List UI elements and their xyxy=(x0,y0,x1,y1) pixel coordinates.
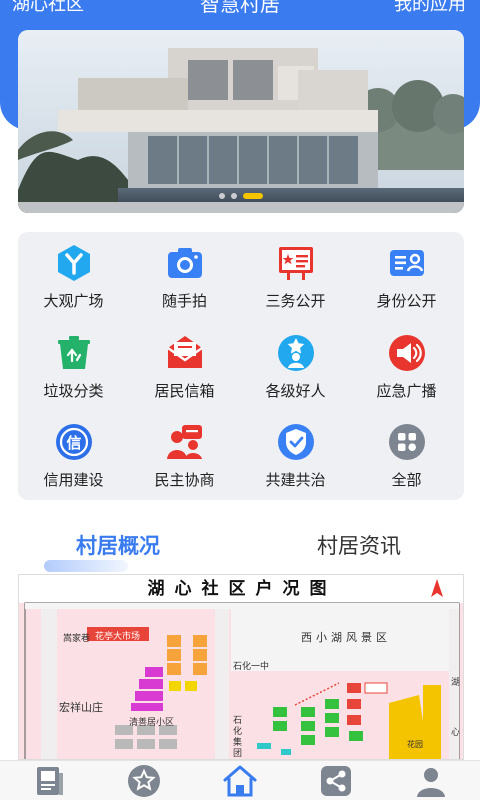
notice-board-icon xyxy=(279,247,313,280)
map-label-hongxiang: 宏祥山庄 xyxy=(59,702,103,714)
tree-y-icon xyxy=(58,245,90,281)
grid-item-good-people[interactable]: 各级好人 xyxy=(240,322,351,411)
map-label-market: 花亭大市场 xyxy=(95,631,141,641)
grid-item-label: 身份公开 xyxy=(376,293,437,310)
map-label-jiaoxue: 嵩家巷 xyxy=(63,633,91,643)
share-icon[interactable] xyxy=(318,763,354,799)
grid-item-credit-building[interactable]: 信 信用建设 xyxy=(18,411,129,500)
grid-item-label: 共建共治 xyxy=(265,472,326,489)
grid-item-garbage-sorting[interactable]: 垃圾分类 xyxy=(18,322,129,411)
banner-carousel[interactable] xyxy=(18,30,464,213)
grid-item-identity[interactable]: 身份公开 xyxy=(351,232,462,321)
grid-item-label: 三务公开 xyxy=(265,293,326,310)
map-label-road-xin: 心 xyxy=(451,727,461,737)
map-label-road-he: 湖 xyxy=(451,677,461,687)
news-icon[interactable] xyxy=(32,763,68,799)
grid-item-label: 全部 xyxy=(391,472,422,489)
recycle-bin-icon xyxy=(58,336,90,369)
id-card-icon xyxy=(390,250,424,276)
grid-item-three-affairs[interactable]: 三务公开 xyxy=(240,232,351,321)
camera-icon xyxy=(168,248,202,278)
community-map[interactable]: 湖心社区户况图 花亭大市场 嵩家巷 西小湖风景区 宏祥山庄 清善居小区 石化一中… xyxy=(18,574,464,760)
my-apps-link[interactable]: 我的应用 xyxy=(394,0,466,16)
star-icon[interactable] xyxy=(126,763,162,799)
grid-item-label: 垃圾分类 xyxy=(43,383,104,400)
credit-icon: 信 xyxy=(56,424,92,460)
tab-village-overview[interactable]: 村居概况 xyxy=(76,530,160,560)
good-person-icon xyxy=(278,335,314,371)
broadcast-icon xyxy=(389,335,425,371)
grid-item-label: 应急广播 xyxy=(376,383,437,400)
grid-item-democratic-consultation[interactable]: 民主协商 xyxy=(129,411,240,500)
carousel-dots xyxy=(18,187,464,205)
map-label-qingshan: 清善居小区 xyxy=(129,717,175,727)
mailbox-icon xyxy=(167,336,203,368)
all-apps-icon xyxy=(389,424,425,460)
grid-item-co-governance[interactable]: 共建共治 xyxy=(240,411,351,500)
profile-icon[interactable] xyxy=(413,763,449,799)
carousel-dot[interactable] xyxy=(219,192,225,199)
consultation-icon xyxy=(167,425,202,459)
map-label-scenic: 西小湖风景区 xyxy=(301,632,391,644)
grid-item-all[interactable]: 全部 xyxy=(351,411,462,500)
map-label-shihua: 石化一中 xyxy=(233,661,270,671)
header: 湖心社区 智慧村居 我的应用 xyxy=(0,0,480,16)
grid-item-label: 随手拍 xyxy=(161,293,207,310)
tab-underline xyxy=(44,560,128,572)
grid-item-snapshot[interactable]: 随手拍 xyxy=(129,232,240,321)
map-label-shihua-area: 石化集团区 xyxy=(233,715,243,758)
tab-village-news[interactable]: 村居资讯 xyxy=(317,530,401,560)
grid-item-label: 居民信箱 xyxy=(154,383,215,400)
grid-item-label: 民主协商 xyxy=(154,472,215,489)
carousel-dot[interactable] xyxy=(231,192,237,199)
grid-item-label: 信用建设 xyxy=(43,472,104,489)
grid-item-emergency-broadcast[interactable]: 应急广播 xyxy=(351,322,462,411)
grid-item-label: 各级好人 xyxy=(265,383,326,400)
banner-image xyxy=(18,30,464,213)
grid-item-resident-mailbox[interactable]: 居民信箱 xyxy=(129,322,240,411)
grid-item-daguan-square[interactable]: 大观广场 xyxy=(18,232,129,321)
map-label-flower: 花园 xyxy=(407,740,423,749)
service-grid: 大观广场 随手拍 三务公开 身份公开 垃圾分类 居民信箱 各级好人 应急广播 信… xyxy=(18,232,464,500)
grid-item-label: 大观广场 xyxy=(43,293,104,310)
shield-check-icon xyxy=(278,424,314,460)
svg-text:信: 信 xyxy=(66,434,81,452)
home-icon[interactable] xyxy=(222,763,258,799)
bottom-nav xyxy=(0,760,480,800)
carousel-dot-active[interactable] xyxy=(243,192,263,199)
